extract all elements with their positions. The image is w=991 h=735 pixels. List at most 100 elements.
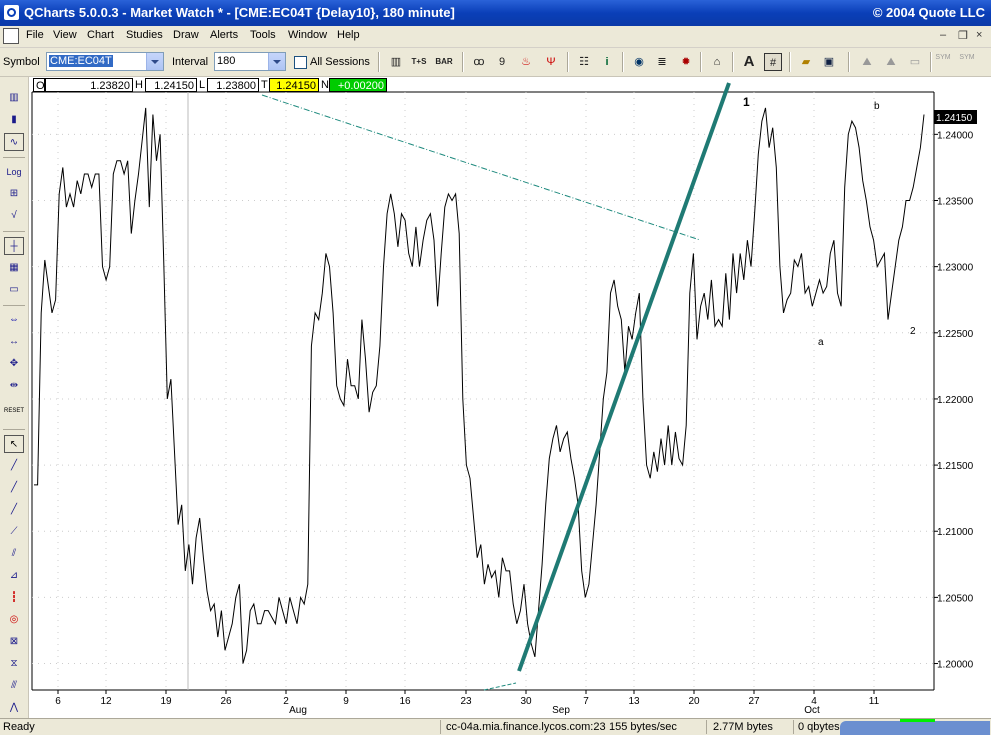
close-icon[interactable]: × bbox=[976, 29, 982, 41]
menu-studies[interactable]: Studies bbox=[126, 29, 163, 41]
sym-button-2[interactable]: SYM bbox=[958, 53, 976, 71]
log-scale-button[interactable]: Log bbox=[4, 163, 24, 181]
menu-view[interactable]: View bbox=[53, 29, 77, 41]
x-tick-label: 12 bbox=[100, 696, 112, 707]
all-sessions-checkbox[interactable] bbox=[294, 56, 307, 69]
status-queue: 0 qbytes bbox=[798, 721, 840, 733]
menu-tools[interactable]: Tools bbox=[250, 29, 276, 41]
disabled-tool-icon[interactable]: ⛰ bbox=[858, 53, 876, 71]
menu-file[interactable]: File bbox=[26, 29, 44, 41]
segment-icon[interactable]: ╱ bbox=[4, 501, 24, 519]
symbol-label: Symbol bbox=[3, 56, 40, 68]
main-toolbar: Symbol CME:EC04T Interval 180 All Sessio… bbox=[0, 48, 991, 77]
check-icon[interactable]: √ bbox=[4, 207, 24, 225]
menu-alerts[interactable]: Alerts bbox=[210, 29, 238, 41]
font-icon[interactable]: A bbox=[740, 53, 758, 71]
move-icon[interactable]: ✥ bbox=[4, 355, 24, 373]
circle-tool-icon[interactable]: ◎ bbox=[4, 611, 24, 629]
window-titlebar[interactable]: QCharts 5.0.0.3 - Market Watch * - [CME:… bbox=[0, 0, 991, 26]
open-folder-icon[interactable]: ▰ bbox=[797, 53, 815, 71]
high-value: 1.24150 bbox=[145, 78, 197, 92]
bar-chart-icon[interactable]: ▥ bbox=[4, 89, 24, 107]
price-chart[interactable]: 1.24000 1.23500 1.23000 1.22500 1.22000 1.215… bbox=[0, 0, 991, 734]
toolbar-separator bbox=[378, 52, 380, 72]
x-tick-label: 23 bbox=[460, 696, 472, 707]
y-tick-label: 1.23500 bbox=[937, 196, 974, 207]
crosshair-icon[interactable]: ┼ bbox=[4, 237, 24, 255]
zoom-icon[interactable]: ⊞ bbox=[4, 185, 24, 203]
ray-icon[interactable]: ╱ bbox=[4, 479, 24, 497]
toolbar-separator bbox=[848, 52, 850, 72]
interval-value: 180 bbox=[217, 55, 236, 67]
y-tick-label: 1.24000 bbox=[937, 130, 974, 141]
window-icon[interactable]: ▭ bbox=[4, 281, 24, 299]
reset-button[interactable]: RESET bbox=[4, 399, 24, 417]
toolbar-separator bbox=[3, 429, 25, 430]
drawing-toolbar: ▥ ▮ ∿ Log ⊞ √ ┼ ▦ ▭ ⇔ ↔ ✥ ⇹ RESET ↖ ╱ ╱ … bbox=[0, 77, 29, 718]
expand-horizontal-icon[interactable]: ⇔ bbox=[4, 311, 24, 329]
cycle-icon[interactable]: ⧖ bbox=[4, 655, 24, 673]
copyright: © 2004 Quote LLC bbox=[872, 5, 985, 20]
swirl-icon[interactable]: ꝏ bbox=[470, 53, 488, 71]
menu-help[interactable]: Help bbox=[337, 29, 360, 41]
low-value: 1.23800 bbox=[207, 78, 259, 92]
time-and-sales-button[interactable]: T+S bbox=[410, 53, 428, 71]
wave-trendline bbox=[517, 82, 731, 672]
list-alert-icon[interactable]: ≣ bbox=[653, 53, 671, 71]
menu-window[interactable]: Window bbox=[288, 29, 327, 41]
bar-chart-icon[interactable]: ▥ bbox=[387, 53, 405, 71]
annotation-a: a bbox=[818, 337, 824, 348]
interval-select[interactable]: 180 bbox=[214, 52, 286, 71]
fibonacci-icon[interactable]: ┇ bbox=[4, 589, 24, 607]
minimize-icon[interactable]: – bbox=[940, 29, 946, 41]
x-tick-label: 7 bbox=[583, 696, 589, 707]
table-icon[interactable]: ☷ bbox=[575, 53, 593, 71]
document-icon[interactable] bbox=[3, 28, 19, 44]
bar-button[interactable]: BAR bbox=[435, 53, 453, 71]
toolbar-separator bbox=[3, 231, 25, 232]
chevron-down-icon[interactable] bbox=[146, 53, 163, 70]
last-price-tag-bg bbox=[934, 110, 977, 124]
pointer-icon[interactable]: ↖ bbox=[4, 435, 24, 453]
flame-icon[interactable]: ♨ bbox=[517, 53, 535, 71]
menu-chart[interactable]: Chart bbox=[87, 29, 114, 41]
sym-button-1[interactable]: SYM bbox=[934, 53, 952, 71]
scroll-icon[interactable]: ↔ bbox=[4, 333, 24, 351]
toolbar-separator bbox=[930, 52, 932, 72]
grid-icon[interactable]: ▦ bbox=[4, 259, 24, 277]
net-change-value: +0.00200 bbox=[329, 78, 387, 92]
x-tick-label: 27 bbox=[748, 696, 760, 707]
menu-draw[interactable]: Draw bbox=[173, 29, 199, 41]
parallel-lines-icon[interactable]: ⫻ bbox=[4, 677, 24, 695]
disabled-tool-icon[interactable]: ⛰ bbox=[882, 53, 900, 71]
status-rate: 155 bytes/sec bbox=[609, 721, 677, 733]
fan-icon[interactable]: ⟋ bbox=[4, 523, 24, 541]
pitchfork-icon[interactable]: Ψ bbox=[542, 53, 560, 71]
symbol-input[interactable]: CME:EC04T bbox=[46, 52, 164, 71]
disabled-tool-icon[interactable]: ▭ bbox=[906, 53, 924, 71]
building-icon[interactable]: ⌂ bbox=[708, 53, 726, 71]
candle-icon[interactable]: ▮ bbox=[4, 111, 24, 129]
retracement-icon[interactable]: ⊠ bbox=[4, 633, 24, 651]
info-icon[interactable]: i bbox=[598, 53, 616, 71]
chevron-down-icon[interactable] bbox=[268, 53, 285, 70]
restore-icon[interactable]: ❐ bbox=[958, 29, 968, 42]
triangle-icon[interactable]: ⊿ bbox=[4, 567, 24, 585]
notification-popup[interactable] bbox=[840, 721, 990, 735]
trendline-icon[interactable]: ╱ bbox=[4, 457, 24, 475]
bug-icon[interactable]: ✹ bbox=[677, 53, 695, 71]
x-tick-label: 26 bbox=[220, 696, 232, 707]
arc-icon[interactable]: ⋀ bbox=[4, 699, 24, 717]
save-icon[interactable]: ▣ bbox=[820, 53, 838, 71]
net-label: N bbox=[321, 79, 329, 91]
x-month-label: Oct bbox=[804, 705, 820, 716]
compress-icon[interactable]: ⇹ bbox=[4, 377, 24, 395]
globe-icon[interactable]: ◉ bbox=[630, 53, 648, 71]
line-chart-icon[interactable]: ∿ bbox=[4, 133, 24, 151]
price-series-line bbox=[34, 107, 925, 664]
channel-icon[interactable]: ⫽ bbox=[4, 545, 24, 563]
window-title: QCharts 5.0.0.3 - Market Watch * - [CME:… bbox=[24, 5, 455, 20]
nine-icon[interactable]: 9 bbox=[493, 53, 511, 71]
toolbar-separator bbox=[789, 52, 791, 72]
grid-icon[interactable]: # bbox=[764, 53, 782, 71]
